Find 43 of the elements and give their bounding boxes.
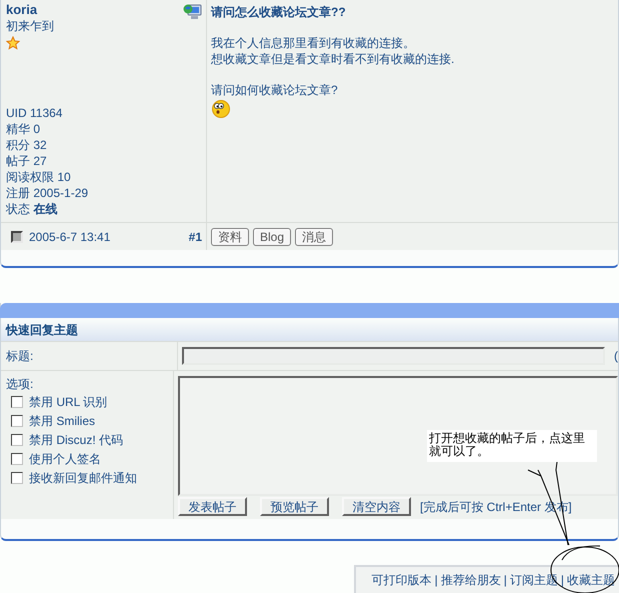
square-icon bbox=[11, 230, 23, 242]
message-field[interactable] bbox=[178, 376, 618, 496]
smiley-icon bbox=[211, 99, 230, 118]
user-stat: 阅读权限 10 bbox=[6, 169, 71, 185]
callout-note: 打开想收藏的帖子后，点这里 就可以了。 bbox=[427, 430, 597, 462]
post-text: 想收藏文章但是看文章时看不到有收藏的连接. bbox=[211, 51, 454, 67]
user-stat: 状态 在线 bbox=[6, 201, 58, 217]
link-separator: | bbox=[504, 572, 507, 589]
user-rank: 初来乍到 bbox=[6, 18, 54, 34]
footer-link[interactable]: 推荐给朋友 bbox=[440, 571, 501, 589]
panel-title: 快速回复主题 bbox=[6, 322, 78, 338]
option-checkbox[interactable]: 禁用 URL 识别 bbox=[6, 392, 108, 411]
post-text: 我在个人信息那里看到有收藏的连接。 bbox=[211, 35, 415, 51]
form-button[interactable]: 发表帖子 bbox=[178, 497, 247, 516]
user-stat: UID 11364 bbox=[6, 105, 62, 121]
profile-button[interactable]: 资料 bbox=[211, 228, 249, 246]
footer-link[interactable]: 收藏主题 bbox=[567, 571, 615, 589]
option-checkbox[interactable]: 使用个人签名 bbox=[6, 449, 101, 468]
user-stat: 注册 2005-1-29 bbox=[6, 185, 88, 201]
user-stat: 精华 0 bbox=[6, 121, 40, 137]
field-label: 选项: bbox=[6, 376, 34, 392]
user-stat: 帖子 27 bbox=[6, 153, 47, 169]
post-number[interactable]: #1 bbox=[188, 228, 202, 246]
user-stat: 积分 32 bbox=[6, 137, 47, 153]
link-separator: | bbox=[560, 572, 564, 589]
profile-button[interactable]: 消息 bbox=[295, 228, 334, 246]
form-button[interactable]: 清空内容 bbox=[342, 497, 411, 516]
post-title: 请问怎么收藏论坛文章?? bbox=[211, 4, 346, 20]
field-suffix: ( bbox=[614, 348, 618, 365]
option-checkbox[interactable]: 禁用 Discuz! 代码 bbox=[6, 430, 124, 449]
form-button[interactable]: 预览帖子 bbox=[260, 497, 329, 516]
author-name[interactable]: koria bbox=[6, 2, 38, 18]
subject-field[interactable] bbox=[182, 347, 605, 365]
profile-button[interactable]: Blog bbox=[253, 228, 292, 246]
option-checkbox[interactable]: 禁用 Smilies bbox=[6, 411, 96, 430]
option-checkbox[interactable]: 接收新回复邮件通知 bbox=[6, 468, 137, 487]
link-separator: | bbox=[434, 572, 438, 589]
footer-link[interactable]: 可打印版本 bbox=[372, 571, 432, 589]
field-label: 标题: bbox=[6, 348, 34, 365]
post-date: 2005-6-7 13:41 bbox=[29, 228, 110, 246]
star-icon bbox=[6, 36, 20, 50]
post-text: 请问如何收藏论坛文章? bbox=[211, 82, 338, 98]
computer-icon bbox=[183, 3, 203, 21]
